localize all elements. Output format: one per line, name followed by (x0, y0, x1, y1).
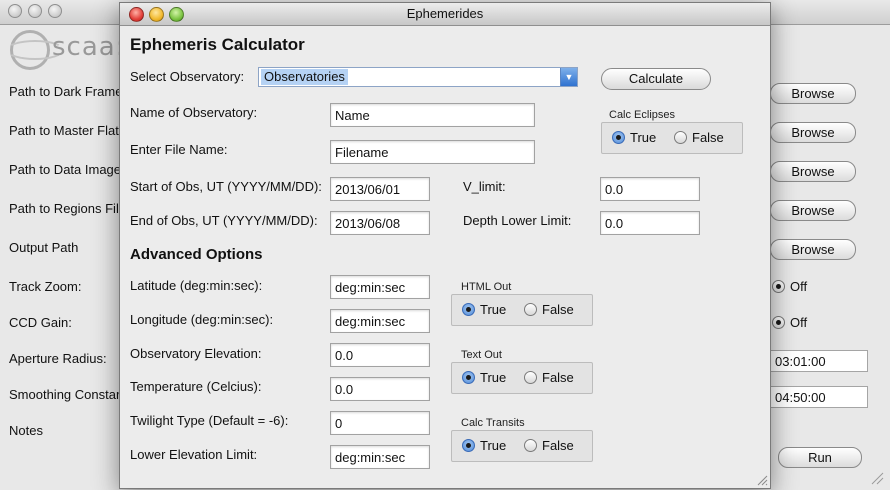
file-name-field[interactable]: Filename (330, 140, 535, 164)
page-title: Ephemeris Calculator (130, 35, 305, 54)
dialog-titlebar: Ephemerides (120, 3, 770, 26)
smoothing-constant-field[interactable]: 04:50:00 (768, 386, 868, 408)
file-name-label: Enter File Name: (130, 142, 228, 157)
notes-label: Notes (9, 423, 43, 438)
latitude-label: Latitude (deg:min:sec): (130, 278, 263, 293)
radio-selected-icon (462, 439, 475, 452)
temperature-label: Temperature (Celcius): (130, 379, 262, 394)
name-observatory-label: Name of Observatory: (130, 105, 258, 120)
html-out-group: True False (451, 294, 593, 326)
zoom-icon[interactable] (169, 7, 184, 22)
end-obs-label: End of Obs, UT (YYYY/MM/DD): (130, 213, 318, 228)
radio-label: False (542, 302, 574, 317)
longitude-label: Longitude (deg:min:sec): (130, 312, 274, 327)
calc-transits-group: True False (451, 430, 593, 462)
radio-unselected-icon (524, 439, 537, 452)
end-obs-field[interactable]: 2013/06/08 (330, 211, 430, 235)
calc-eclipses-true-radio[interactable]: True (612, 130, 656, 145)
dropdown-arrow-icon: ▼ (560, 68, 577, 86)
text-out-true-radio[interactable]: True (462, 370, 506, 385)
calc-transits-false-radio[interactable]: False (524, 438, 574, 453)
off-label: Off (790, 279, 808, 294)
html-out-true-radio[interactable]: True (462, 302, 506, 317)
text-out-group: True False (451, 362, 593, 394)
smoothing-constant-label: Smoothing Constar (9, 387, 121, 402)
radio-unselected-icon (674, 131, 687, 144)
longitude-field[interactable]: deg:min:sec (330, 309, 430, 333)
observatory-select-value: Observatories (261, 69, 348, 85)
radio-label: True (480, 302, 507, 317)
depth-lower-limit-field[interactable]: 0.0 (600, 211, 700, 235)
close-icon[interactable] (8, 4, 22, 18)
elevation-label: Observatory Elevation: (130, 346, 262, 361)
start-obs-label: Start of Obs, UT (YYYY/MM/DD): (130, 179, 322, 194)
radio-label: False (542, 370, 574, 385)
radio-label: False (542, 438, 574, 453)
text-out-false-radio[interactable]: False (524, 370, 574, 385)
calculate-button[interactable]: Calculate (601, 68, 711, 90)
calc-eclipses-title: Calc Eclipses (609, 109, 676, 121)
vlimit-field[interactable]: 0.0 (600, 177, 700, 201)
browse-dark-button[interactable]: Browse (770, 83, 856, 104)
browse-regions-button[interactable]: Browse (770, 200, 856, 221)
observatory-name-field[interactable]: Name (330, 103, 535, 127)
twilight-type-label: Twilight Type (Default = -6): (130, 413, 289, 428)
logo-text: scaa: (52, 32, 126, 62)
radio-selected-icon (462, 371, 475, 384)
radio-selected-icon (612, 131, 625, 144)
calc-eclipses-group: True False (601, 122, 743, 154)
twilight-type-field[interactable]: 0 (330, 411, 430, 435)
lower-elevation-field[interactable]: deg:min:sec (330, 445, 430, 469)
track-zoom-label: Track Zoom: (9, 279, 82, 294)
resize-grip-icon[interactable] (866, 467, 884, 485)
calc-transits-true-radio[interactable]: True (462, 438, 506, 453)
html-out-title: HTML Out (461, 281, 512, 293)
dialog-title: Ephemerides (406, 6, 484, 21)
html-out-false-radio[interactable]: False (524, 302, 574, 317)
elevation-field[interactable]: 0.0 (330, 343, 430, 367)
close-icon[interactable] (129, 7, 144, 22)
ccd-gain-label: CCD Gain: (9, 315, 72, 330)
ccd-gain-off-radio[interactable]: Off (772, 315, 807, 330)
advanced-options-heading: Advanced Options (130, 246, 263, 263)
radio-label: True (630, 130, 657, 145)
browse-data-button[interactable]: Browse (770, 161, 856, 182)
dark-frame-label: Path to Dark Frame (9, 84, 123, 99)
calc-eclipses-false-radio[interactable]: False (674, 130, 724, 145)
regions-file-label: Path to Regions File (9, 201, 127, 216)
radio-label: True (480, 438, 507, 453)
minimize-icon[interactable] (28, 4, 42, 18)
data-image-label: Path to Data Image (9, 162, 122, 177)
temperature-field[interactable]: 0.0 (330, 377, 430, 401)
start-obs-field[interactable]: 2013/06/01 (330, 177, 430, 201)
output-path-label: Output Path (9, 240, 79, 255)
browse-flat-button[interactable]: Browse (770, 122, 856, 143)
radio-label: True (480, 370, 507, 385)
radio-label: False (692, 130, 724, 145)
radio-selected-icon (772, 280, 785, 293)
radio-unselected-icon (524, 371, 537, 384)
depth-lower-limit-label: Depth Lower Limit: (463, 213, 572, 228)
track-zoom-off-radio[interactable]: Off (772, 279, 807, 294)
observatory-select[interactable]: Observatories ▼ (258, 67, 578, 87)
text-out-title: Text Out (461, 349, 502, 361)
aperture-radius-label: Aperture Radius: (9, 351, 107, 366)
minimize-icon[interactable] (149, 7, 164, 22)
aperture-radius-field[interactable]: 03:01:00 (768, 350, 868, 372)
run-button[interactable]: Run (778, 447, 862, 468)
off-label: Off (790, 315, 808, 330)
resize-grip-icon[interactable] (754, 472, 768, 486)
ephemerides-dialog: Ephemerides Ephemeris Calculator Select … (119, 2, 771, 489)
radio-unselected-icon (524, 303, 537, 316)
master-flat-label: Path to Master Flat: (9, 123, 123, 138)
vlimit-label: V_limit: (463, 179, 506, 194)
latitude-field[interactable]: deg:min:sec (330, 275, 430, 299)
select-observatory-label: Select Observatory: (130, 69, 245, 84)
calc-transits-title: Calc Transits (461, 417, 525, 429)
browse-output-button[interactable]: Browse (770, 239, 856, 260)
lower-elevation-label: Lower Elevation Limit: (130, 447, 258, 462)
radio-selected-icon (462, 303, 475, 316)
zoom-icon[interactable] (48, 4, 62, 18)
radio-selected-icon (772, 316, 785, 329)
